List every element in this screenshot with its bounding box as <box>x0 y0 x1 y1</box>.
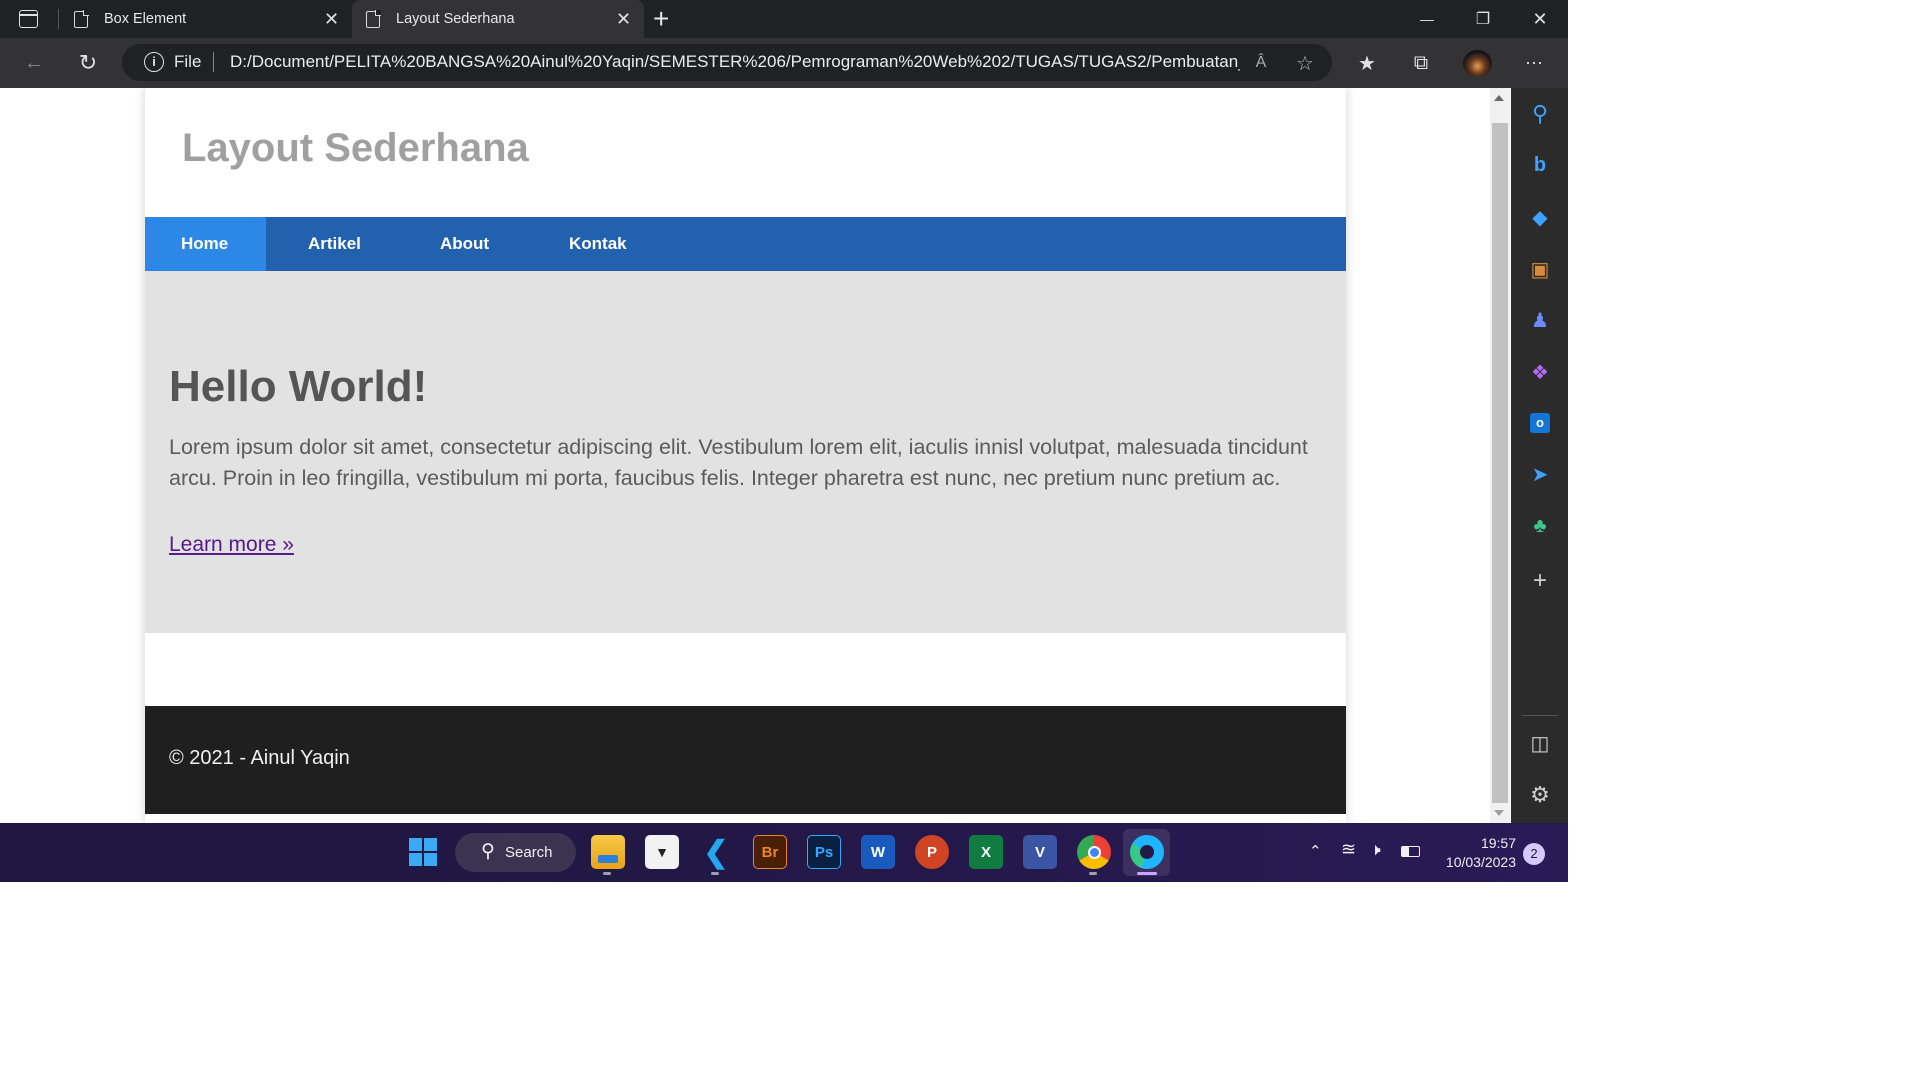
volume-icon[interactable]: 🕨 <box>1370 840 1381 860</box>
menu-item-artikel[interactable]: Artikel <box>308 217 361 271</box>
menu-item-home[interactable]: Home <box>145 217 266 271</box>
tab-divider <box>58 9 59 29</box>
close-tab-icon[interactable]: ✕ <box>616 9 631 30</box>
show-hidden-icons-icon[interactable]: ⌃ <box>1309 842 1322 860</box>
bing-icon[interactable]: b <box>1524 149 1556 181</box>
site-title: Layout Sederhana <box>182 126 529 170</box>
close-window-button[interactable]: ✕ <box>1512 0 1568 38</box>
menu-item-kontak[interactable]: Kontak <box>569 217 627 271</box>
learn-more-link[interactable]: Learn more » <box>169 533 294 557</box>
more-icon[interactable]: ⋯ <box>1514 38 1554 88</box>
tab-title: Layout Sederhana <box>396 11 515 27</box>
url-text[interactable]: D:/Document/PELITA%20BANGSA%20Ainul%20Ya… <box>230 52 1240 72</box>
add-icon[interactable]: + <box>1524 565 1556 597</box>
scroll-down-arrow[interactable] <box>1494 810 1504 816</box>
running-indicator <box>603 872 611 875</box>
chrome-icon[interactable] <box>1077 835 1111 869</box>
copilot-icon[interactable]: ❖ <box>1524 356 1556 388</box>
refresh-icon[interactable]: ↻ <box>68 38 108 88</box>
edge-icon[interactable] <box>1130 835 1164 869</box>
restore-button[interactable]: ❐ <box>1455 0 1511 38</box>
collections-icon[interactable]: ⧉ <box>1401 38 1441 88</box>
close-tab-icon[interactable]: ✕ <box>324 9 339 30</box>
split-screen-icon[interactable]: ◫ <box>1524 727 1556 759</box>
battery-icon[interactable] <box>1401 846 1420 857</box>
vscode-icon[interactable]: ❮ <box>699 835 733 869</box>
profile-icon[interactable] <box>1463 50 1492 77</box>
footer-copyright: © 2021 - Ainul Yaqin <box>169 747 350 769</box>
tab-layout-sederhana[interactable]: Layout Sederhana ✕ <box>352 0 644 38</box>
taskbar-clock[interactable]: 19:57 10/03/2023 <box>1430 834 1516 872</box>
search-icon[interactable]: ⚲ <box>1524 98 1556 130</box>
url-scheme-label: File <box>174 52 202 71</box>
bridge-icon[interactable]: Br <box>753 835 787 869</box>
web-page: Layout Sederhana Home Artikel About Kont… <box>0 88 1490 823</box>
powerpoint-icon[interactable]: P <box>915 835 949 869</box>
shopping-tag-icon[interactable]: ◆ <box>1524 201 1556 233</box>
active-indicator <box>1137 872 1157 875</box>
site-info-icon[interactable]: i <box>144 52 164 72</box>
menu-item-about[interactable]: About <box>440 217 489 271</box>
tab-title: Box Element <box>104 11 187 27</box>
search-icon: ⚲ <box>481 841 495 862</box>
word-icon[interactable]: W <box>861 835 895 869</box>
edge-sidebar <box>1511 88 1568 823</box>
tree-icon[interactable]: ♣ <box>1524 510 1556 542</box>
wifi-icon[interactable]: ≊ <box>1341 839 1356 860</box>
file-explorer-icon[interactable] <box>591 835 625 869</box>
hero-heading: Hello World! <box>169 362 428 411</box>
store-icon[interactable]: ▼ <box>645 835 679 869</box>
url-divider <box>213 52 214 72</box>
scrollbar-thumb[interactable] <box>1492 123 1508 803</box>
page-footer: © 2021 - Ainul Yaqin <box>145 706 1346 814</box>
hero-paragraph: Lorem ipsum dolor sit amet, consectetur … <box>169 435 1308 490</box>
running-indicator <box>711 872 719 875</box>
photoshop-icon[interactable]: Ps <box>807 835 841 869</box>
visio-icon[interactable]: V <box>1023 835 1057 869</box>
outlook-icon[interactable]: o <box>1524 407 1556 439</box>
minimize-button[interactable]: — <box>1399 0 1455 38</box>
games-icon[interactable]: ♟ <box>1524 304 1556 336</box>
sidebar-divider <box>1522 715 1558 716</box>
settings-icon[interactable]: ⚙ <box>1524 779 1556 811</box>
back-icon[interactable]: ← <box>14 38 54 88</box>
tab-actions-icon[interactable] <box>19 10 38 28</box>
search-label: Search <box>505 844 553 861</box>
page-container: Layout Sederhana Home Artikel About Kont… <box>145 88 1346 823</box>
add-favorite-icon[interactable]: ☆ <box>1285 38 1325 88</box>
notification-badge[interactable]: 2 <box>1523 843 1545 865</box>
favorites-icon[interactable]: ★ <box>1347 38 1387 88</box>
telegram-icon[interactable]: ➤ <box>1524 458 1556 490</box>
scroll-up-arrow[interactable] <box>1494 95 1504 101</box>
main-menu: Home Artikel About Kontak <box>145 217 1346 271</box>
read-aloud-icon[interactable]: Â <box>1241 38 1281 88</box>
running-indicator <box>1089 872 1097 875</box>
tools-icon[interactable]: ▣ <box>1524 253 1556 285</box>
excel-icon[interactable]: X <box>969 835 1003 869</box>
clock-time: 19:57 <box>1480 835 1516 851</box>
page-icon <box>366 10 381 28</box>
tab-box-element[interactable]: Box Element ✕ <box>60 0 350 38</box>
new-tab-button[interactable]: + <box>653 3 669 35</box>
clock-date: 10/03/2023 <box>1445 854 1516 870</box>
hero-section: Hello World! Lorem ipsum dolor sit amet,… <box>145 271 1346 633</box>
page-icon <box>74 10 89 28</box>
start-icon[interactable] <box>409 838 437 866</box>
